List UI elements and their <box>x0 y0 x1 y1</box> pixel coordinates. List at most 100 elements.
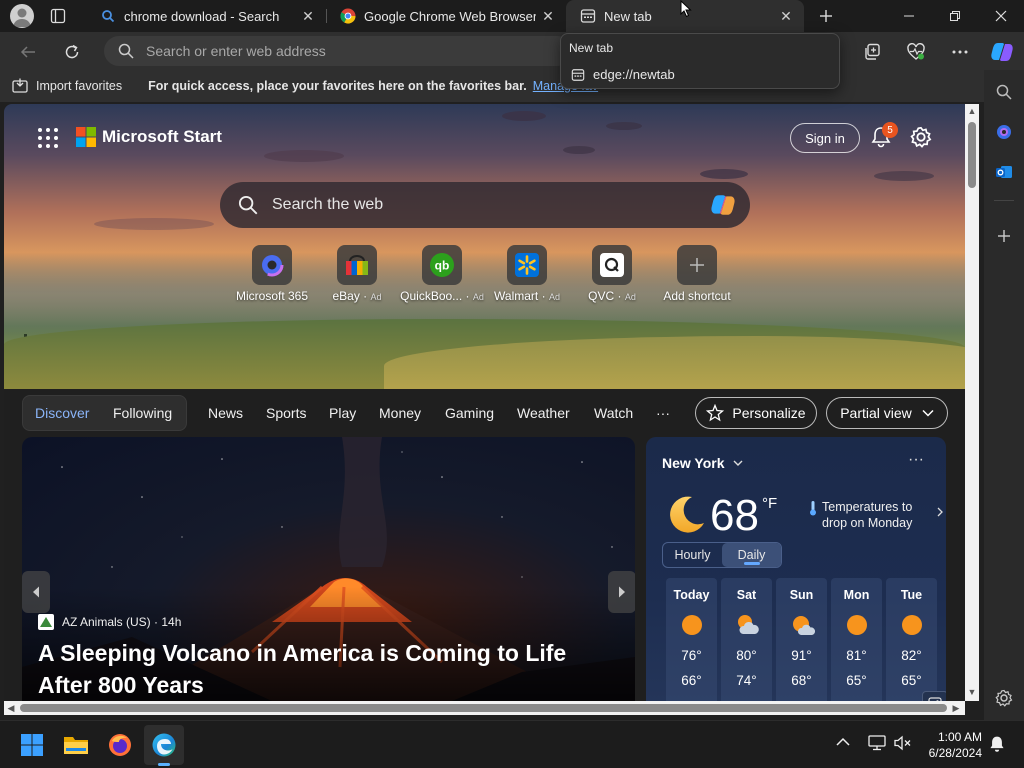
edge-icon[interactable] <box>144 725 184 766</box>
day-high: 81° <box>846 648 867 663</box>
volume-muted-icon[interactable] <box>894 735 912 751</box>
toolbar: Search or enter web address <box>0 32 1024 70</box>
horizontal-scrollbar[interactable]: ◀ ▶ <box>4 701 965 715</box>
vertical-scroll-thumb[interactable] <box>968 122 976 188</box>
scroll-up-arrow[interactable]: ▲ <box>965 104 979 118</box>
nav-sports[interactable]: Sports <box>266 405 306 421</box>
system-clock[interactable]: 1:00 AM 6/28/2024 <box>918 729 982 761</box>
partly-cloudy-icon <box>736 614 759 636</box>
outlook-icon[interactable] <box>988 156 1020 188</box>
address-bar[interactable]: Search or enter web address <box>104 36 572 66</box>
firefox-icon[interactable] <box>100 725 140 765</box>
minimize-button[interactable] <box>886 0 932 32</box>
personalize-label: Personalize <box>732 405 806 421</box>
next-story-button[interactable] <box>608 571 635 613</box>
previous-story-button[interactable] <box>22 571 50 613</box>
network-icon[interactable] <box>868 735 886 751</box>
weather-more-button[interactable]: ··· <box>908 451 924 469</box>
tab-chrome-download-search[interactable]: chrome download - Search ✕ <box>86 0 326 32</box>
nav-weather[interactable]: Weather <box>517 405 570 421</box>
settings-more-button[interactable] <box>944 36 976 68</box>
close-window-button[interactable] <box>978 0 1024 32</box>
day-high: 80° <box>736 648 757 663</box>
refresh-button[interactable] <box>56 36 88 68</box>
scroll-left-arrow[interactable]: ◀ <box>4 701 18 715</box>
weather-alert-text: Temperatures to drop on Monday <box>822 500 913 530</box>
sun-icon <box>846 614 868 636</box>
microsoft-start-logo[interactable]: Microsoft Start <box>76 127 222 147</box>
partial-view-dropdown[interactable]: Partial view <box>826 397 948 429</box>
personalize-button[interactable]: Personalize <box>695 397 817 429</box>
notifications-button[interactable]: 5 <box>870 122 898 150</box>
copilot-sidebar-icon[interactable] <box>988 116 1020 148</box>
scroll-down-arrow[interactable]: ▼ <box>965 685 979 699</box>
nav-discover[interactable]: Discover <box>35 405 89 421</box>
nav-gaming[interactable]: Gaming <box>445 405 494 421</box>
close-icon[interactable]: ✕ <box>774 4 798 28</box>
add-shortcut-button[interactable]: Add shortcut <box>652 245 742 303</box>
nav-money[interactable]: Money <box>379 405 421 421</box>
browser-essentials-button[interactable] <box>900 36 932 68</box>
tab-google-chrome[interactable]: Google Chrome Web Browser ✕ <box>326 0 566 32</box>
story-headline[interactable]: A Sleeping Volcano in America is Coming … <box>38 637 618 701</box>
forecast-day[interactable]: Sat 80° 74° <box>721 578 772 701</box>
forecast-day[interactable]: Sun 91° 68° <box>776 578 827 701</box>
horizontal-scroll-thumb[interactable] <box>20 704 947 712</box>
new-tab-button[interactable] <box>812 4 840 28</box>
show-hidden-icons-button[interactable] <box>836 737 850 747</box>
profile-avatar[interactable] <box>10 4 34 28</box>
vertical-scrollbar[interactable]: ▲ ▼ <box>965 104 979 701</box>
shortcut-ebay[interactable]: eBay · Ad <box>312 245 402 303</box>
scroll-right-arrow[interactable]: ▶ <box>949 701 963 715</box>
shortcut-quickbooks[interactable]: qb QuickBoo... · Ad <box>397 245 487 303</box>
notification-bell-icon[interactable] <box>988 735 1006 753</box>
sidebar-settings-button[interactable] <box>988 682 1020 714</box>
nav-watch[interactable]: Watch <box>594 405 633 421</box>
shortcut-microsoft-365[interactable]: Microsoft 365 <box>227 245 317 303</box>
back-button[interactable] <box>12 36 44 68</box>
tab-hourly[interactable]: Hourly <box>663 543 722 567</box>
favorites-message: For quick access, place your favorites h… <box>148 79 527 93</box>
nav-play[interactable]: Play <box>329 405 356 421</box>
nav-more[interactable]: ··· <box>656 405 670 421</box>
story-source: AZ Animals (US) · 14h <box>38 614 181 630</box>
hover-card-url: edge://newtab <box>571 67 675 82</box>
nav-news[interactable]: News <box>208 405 243 421</box>
import-icon <box>12 78 28 94</box>
shortcut-walmart[interactable]: Walmart · Ad <box>482 245 572 303</box>
windows-start-button[interactable] <box>12 725 52 765</box>
file-explorer-icon[interactable] <box>56 725 96 765</box>
shortcut-qvc[interactable]: QVC · Ad <box>567 245 657 303</box>
forecast-day[interactable]: Tue 82° 65° <box>886 578 937 701</box>
sign-in-button[interactable]: Sign in <box>790 123 860 153</box>
web-search-box[interactable]: Search the web <box>220 182 750 228</box>
tab-actions-icon[interactable] <box>50 8 66 24</box>
shortcut-label: eBay · Ad <box>332 289 382 303</box>
app-launcher-icon[interactable] <box>36 126 60 150</box>
windows-taskbar: 1:00 AM 6/28/2024 <box>0 720 1024 768</box>
forecast-day[interactable]: Mon 81° 65° <box>831 578 882 701</box>
restore-button[interactable] <box>932 0 978 32</box>
page-settings-button[interactable] <box>910 126 934 150</box>
shortcut-label: QuickBoo... · Ad <box>400 289 484 303</box>
collections-button[interactable] <box>856 36 888 68</box>
forecast-day[interactable]: Today 76° 66° <box>666 578 717 701</box>
close-icon[interactable]: ✕ <box>536 4 560 28</box>
sidebar-search-button[interactable] <box>988 76 1020 108</box>
weather-alert[interactable]: Temperatures to drop on Monday <box>808 499 943 531</box>
close-icon[interactable]: ✕ <box>296 4 320 28</box>
nav-following[interactable]: Following <box>113 405 172 421</box>
copilot-icon[interactable] <box>708 192 738 218</box>
weather-location-dropdown[interactable]: New York <box>662 455 743 471</box>
personalize-icon <box>706 404 725 422</box>
mouse-cursor-icon <box>680 0 692 18</box>
add-sidebar-app-button[interactable] <box>988 220 1020 252</box>
copilot-button[interactable] <box>986 36 1018 68</box>
image-view-button[interactable] <box>922 691 946 701</box>
tab-title: chrome download - Search <box>124 8 280 24</box>
top-story-card[interactable]: AZ Animals (US) · 14h A Sleeping Volcano… <box>22 437 635 701</box>
import-favorites-button[interactable]: Import favorites <box>12 78 122 94</box>
sun-icon <box>681 614 703 636</box>
clock-date: 6/28/2024 <box>928 746 982 760</box>
tab-daily[interactable]: Daily <box>722 543 781 567</box>
